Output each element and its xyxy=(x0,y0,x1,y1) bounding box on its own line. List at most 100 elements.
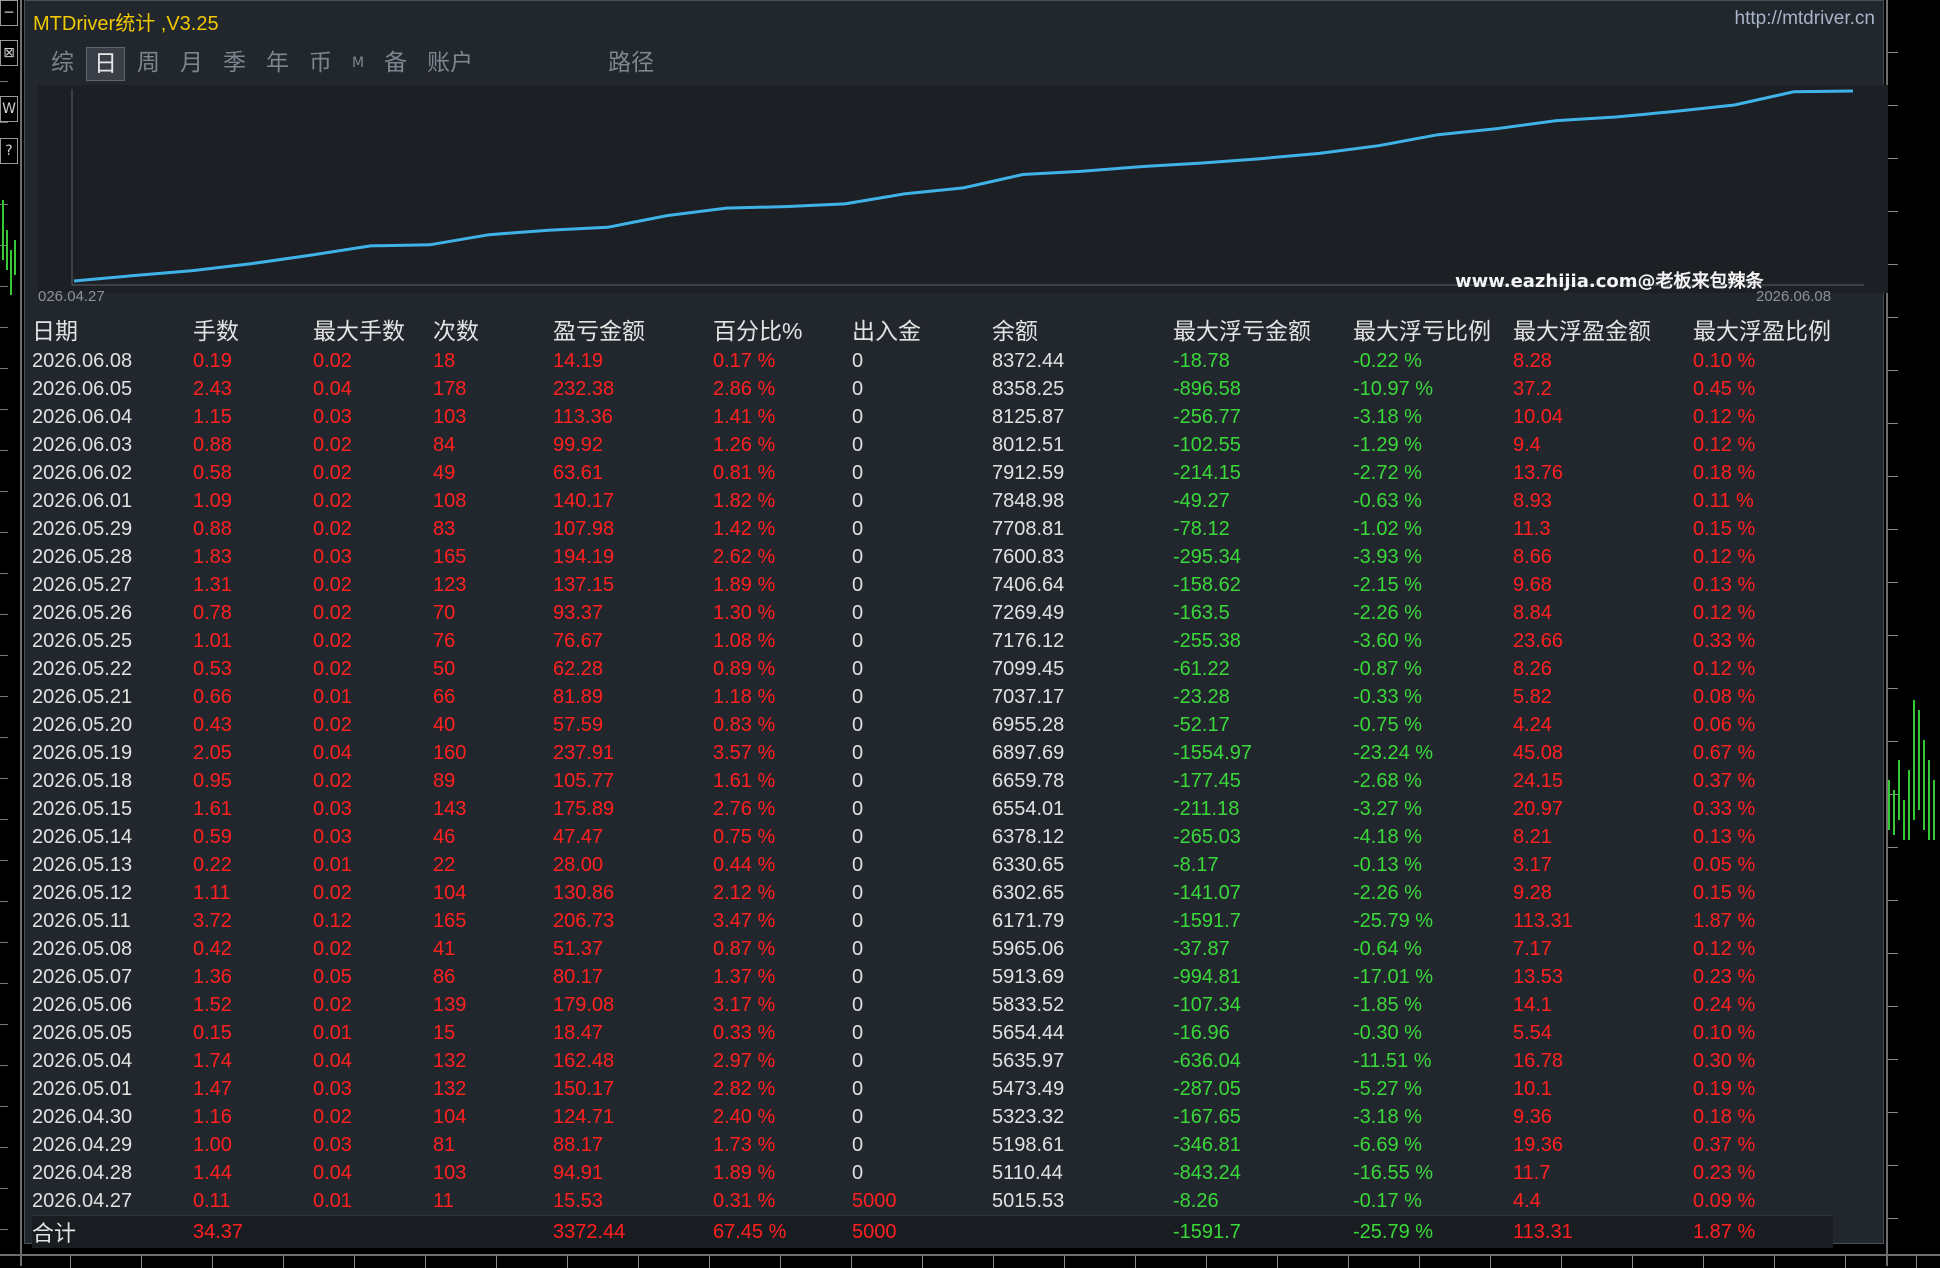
candle xyxy=(14,240,16,275)
cell-max-float-loss-pct: -3.60 % xyxy=(1353,629,1422,652)
cell-max-lots: 0.02 xyxy=(313,629,352,652)
cell-max-float-profit: 113.31 xyxy=(1513,909,1573,932)
cell-balance: 7037.17 xyxy=(992,685,1065,708)
cell-trades: 70 xyxy=(433,601,456,624)
cell-date: 2026.06.01 xyxy=(32,489,133,512)
cell-balance: 7912.59 xyxy=(992,461,1065,484)
header-max-lots[interactable]: 最大手数 xyxy=(313,311,433,347)
cell-percent: 3.17 % xyxy=(713,993,776,1016)
cell-max-float-loss: -256.77 xyxy=(1173,405,1241,428)
tab-week[interactable]: 周 xyxy=(129,47,168,79)
table-row: 2026.05.11 3.72 0.12 165 206.73 3.47 % 0 6171.7… xyxy=(32,907,1833,935)
tab-path[interactable]: 路径 xyxy=(600,47,662,79)
tab-month[interactable]: 月 xyxy=(172,47,211,79)
cell-max-float-profit: 16.78 xyxy=(1513,1049,1564,1072)
website-link[interactable]: http://mtdriver.cn xyxy=(1735,8,1875,30)
toolbar-button-2[interactable]: ⊠ xyxy=(0,40,18,66)
toolbar-button-1[interactable]: ─ xyxy=(0,0,18,26)
cell-max-float-profit-pct: 0.10 % xyxy=(1693,1021,1756,1044)
cell-date: 2026.05.11 xyxy=(32,909,131,932)
tab-year[interactable]: 年 xyxy=(258,47,297,79)
cell-deposit: 5000 xyxy=(852,1189,897,1212)
cell-max-float-loss: -843.24 xyxy=(1173,1161,1241,1184)
header-lots[interactable]: 手数 xyxy=(193,311,313,347)
header-max-float-profit[interactable]: 最大浮盈金额 xyxy=(1513,311,1693,347)
cell-deposit: 0 xyxy=(852,433,864,456)
tab-magic[interactable]: M xyxy=(344,47,372,79)
cell-max-lots: 0.04 xyxy=(313,1049,352,1072)
cell-max-lots: 0.04 xyxy=(313,741,352,764)
tab-quarter[interactable]: 季 xyxy=(215,47,254,79)
table-row: 2026.04.29 1.00 0.03 81 88.17 1.73 % 0 5198.61 -… xyxy=(32,1131,1833,1159)
header-percent[interactable]: 百分比% xyxy=(713,311,852,347)
table-row: 2026.06.05 2.43 0.04 178 232.38 2.86 % 0 8358.2… xyxy=(32,375,1833,403)
cell-date: 2026.05.06 xyxy=(32,993,133,1016)
cell-profit: 94.91 xyxy=(553,1161,604,1184)
cell-percent: 0.89 % xyxy=(713,657,776,680)
header-deposit[interactable]: 出入金 xyxy=(852,311,992,347)
cell-max-float-profit-pct: 0.33 % xyxy=(1693,797,1756,820)
cell-percent: 1.18 % xyxy=(713,685,776,708)
cell-max-float-loss: -37.87 xyxy=(1173,937,1230,960)
cell-max-float-loss-pct: -23.24 % xyxy=(1353,741,1434,764)
cell-trades: 83 xyxy=(433,517,456,540)
cell-max-lots: 0.01 xyxy=(313,685,352,708)
cell-lots: 1.11 xyxy=(193,881,231,904)
cell-max-lots: 0.02 xyxy=(313,489,352,512)
cell-lots: 0.88 xyxy=(193,517,232,540)
toolbar-button-4[interactable]: ? xyxy=(0,138,18,164)
cell-percent: 2.86 % xyxy=(713,377,776,400)
cell-max-float-profit-pct: 0.12 % xyxy=(1693,601,1756,624)
header-trades[interactable]: 次数 xyxy=(433,311,553,347)
cell-max-float-profit-pct: 0.37 % xyxy=(1693,769,1756,792)
tab-day[interactable]: 日 xyxy=(86,47,125,81)
cell-max-float-profit-pct: 0.15 % xyxy=(1693,517,1756,540)
toolbar-button-3[interactable]: W xyxy=(0,96,18,122)
header-max-float-loss[interactable]: 最大浮亏金额 xyxy=(1173,311,1353,347)
cell-percent: 1.26 % xyxy=(713,433,776,456)
cell-deposit: 0 xyxy=(852,713,864,736)
candle xyxy=(1888,780,1890,830)
tab-summary[interactable]: 综 xyxy=(43,47,82,79)
header-date[interactable]: 日期 xyxy=(32,311,193,347)
cell-max-float-loss-pct: -0.30 % xyxy=(1353,1021,1422,1044)
cell-deposit: 0 xyxy=(852,769,864,792)
header-max-float-loss-pct[interactable]: 最大浮亏比例 xyxy=(1353,311,1513,347)
cell-max-float-profit: 9.4 xyxy=(1513,433,1541,456)
cell-lots: 1.47 xyxy=(193,1077,232,1100)
cell-max-float-profit: 13.76 xyxy=(1513,461,1564,484)
cell-max-float-loss: -23.28 xyxy=(1173,685,1230,708)
cell-profit: 63.61 xyxy=(553,461,604,484)
cell-max-float-profit-pct: 0.30 % xyxy=(1693,1049,1756,1072)
cell-trades: 41 xyxy=(433,937,456,960)
cell-profit: 179.08 xyxy=(553,993,615,1016)
header-profit[interactable]: 盈亏金额 xyxy=(553,311,713,347)
cell-deposit: 0 xyxy=(852,853,864,876)
tab-account[interactable]: 账户 xyxy=(419,47,481,79)
cell-date: 2026.05.25 xyxy=(32,629,133,652)
header-balance[interactable]: 余额 xyxy=(992,311,1173,347)
table-row: 2026.05.06 1.52 0.02 139 179.08 3.17 % 0 5833.5… xyxy=(32,991,1833,1019)
window-title: MTDriver统计 ,V3.25 xyxy=(33,13,219,35)
cell-profit: 124.71 xyxy=(553,1105,615,1128)
cell-max-float-profit-pct: 0.19 % xyxy=(1693,1077,1756,1100)
tab-currency[interactable]: 币 xyxy=(301,47,340,79)
cell-profit: 76.67 xyxy=(553,629,604,652)
cell-date: 2026.06.03 xyxy=(32,433,133,456)
cell-max-float-loss-pct: -0.22 % xyxy=(1353,349,1422,372)
cell-max-float-loss-pct: -2.72 % xyxy=(1353,461,1422,484)
cell-max-lots: 0.04 xyxy=(313,377,352,400)
cell-max-float-profit-pct: 0.05 % xyxy=(1693,853,1756,876)
table-row: 2026.05.12 1.11 0.02 104 130.86 2.12 % 0 6302.6… xyxy=(32,879,1833,907)
header-max-float-profit-pct[interactable]: 最大浮盈比例 xyxy=(1693,311,1833,347)
cell-percent: 3.57 % xyxy=(713,741,776,764)
equity-chart: www.eazhijia.com@老板来包辣条 xyxy=(38,85,1888,293)
cell-date: 2026.05.13 xyxy=(32,853,133,876)
cell-trades: 103 xyxy=(433,405,467,428)
tab-backup[interactable]: 备 xyxy=(376,47,415,79)
right-axis-ticks xyxy=(1888,0,1898,1266)
cell-trades: 178 xyxy=(433,377,467,400)
candle xyxy=(1908,770,1910,840)
cell-deposit: 0 xyxy=(852,349,864,372)
cell-trades: 139 xyxy=(433,993,467,1016)
